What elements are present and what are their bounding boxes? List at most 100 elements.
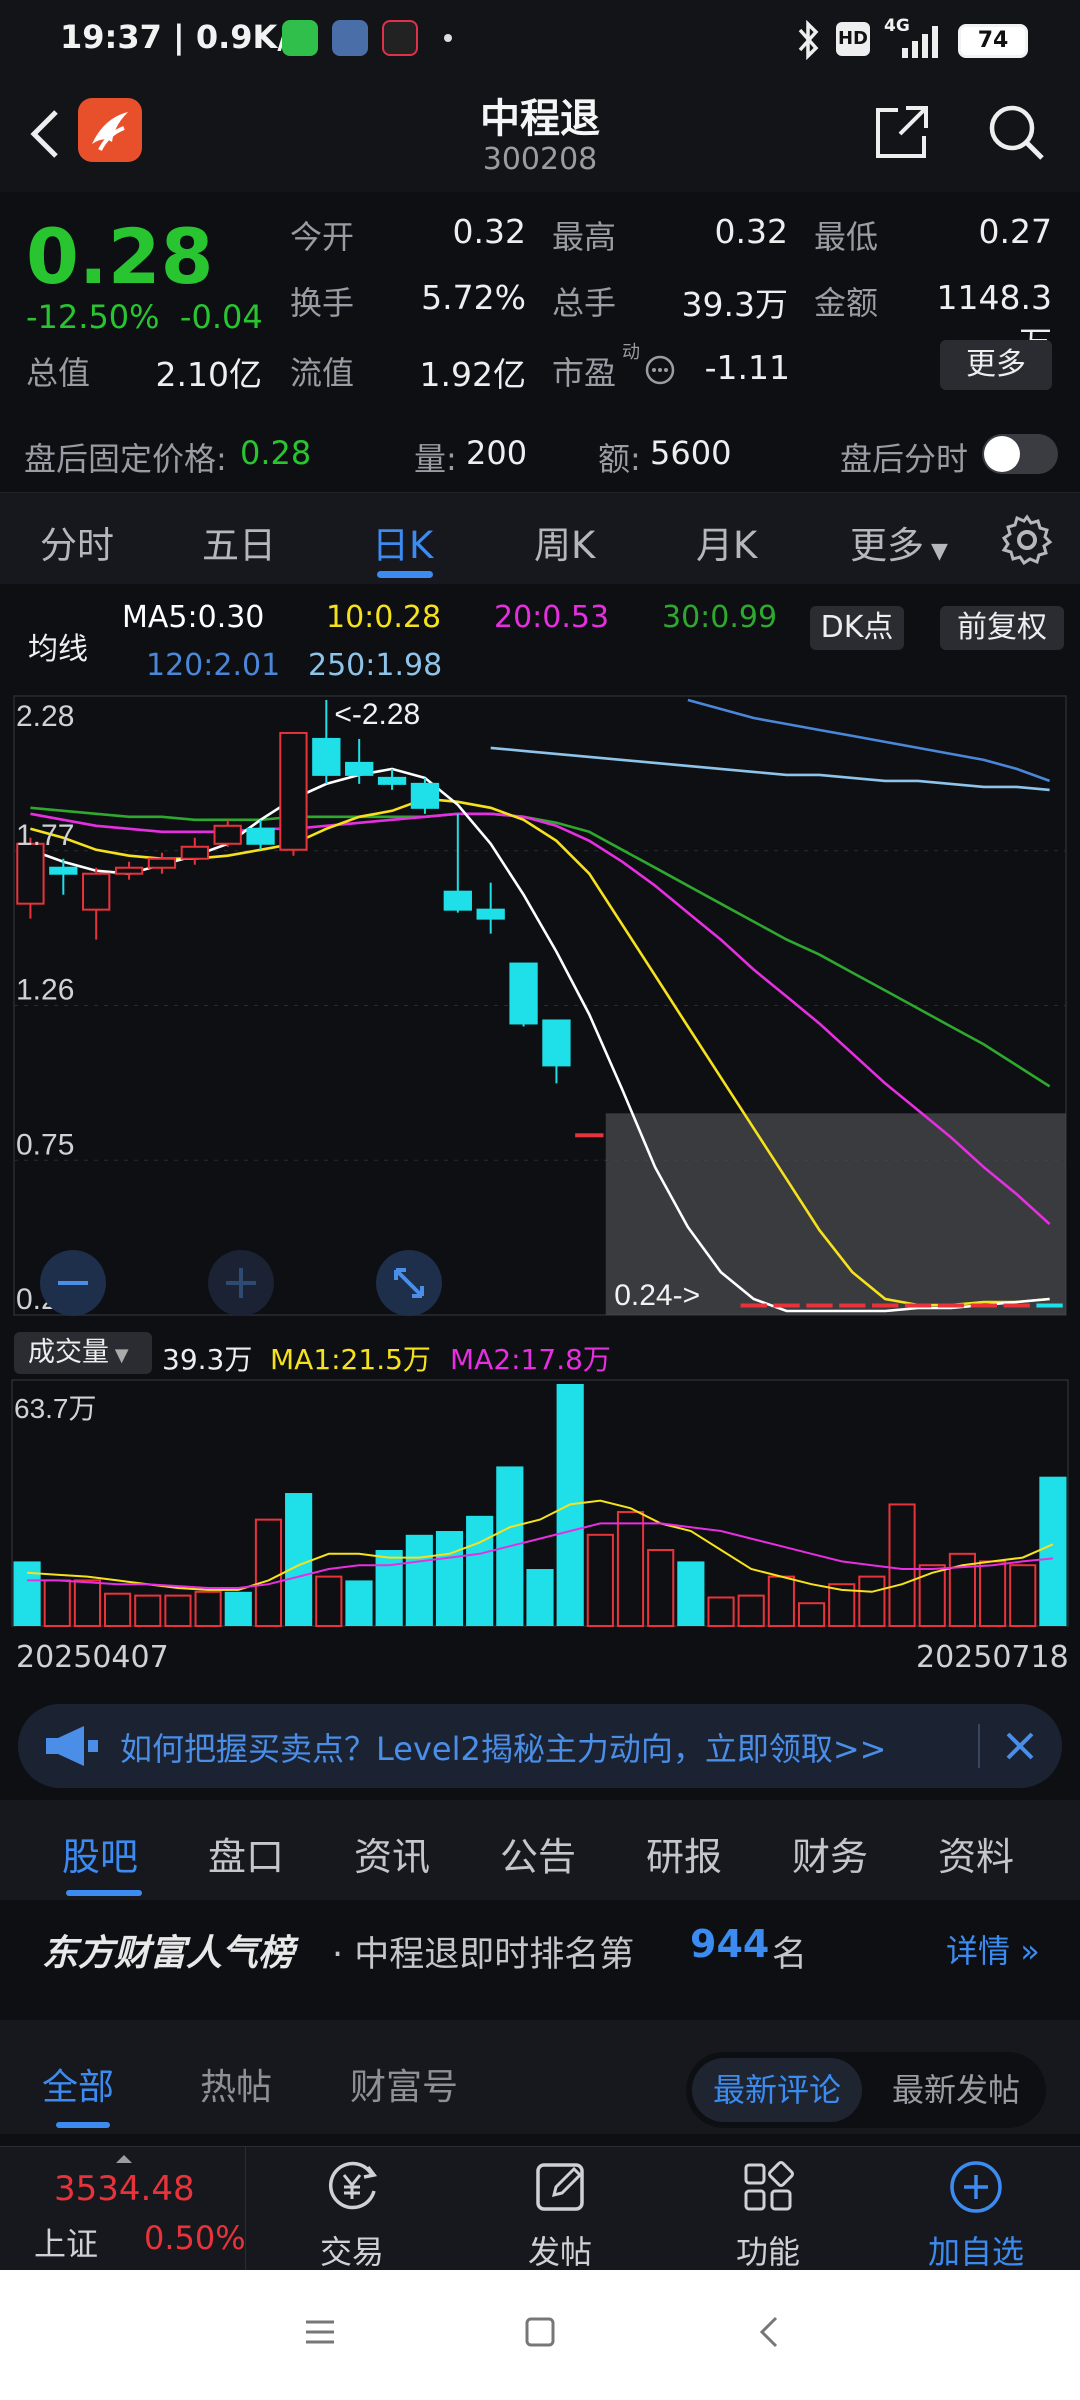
- adjust-price-button[interactable]: 前复权: [940, 606, 1064, 650]
- candle-body: [509, 962, 538, 1025]
- double-chevron-right-icon: »: [1010, 1932, 1040, 1970]
- gear-icon[interactable]: [1000, 513, 1054, 567]
- ma-label[interactable]: 均线: [28, 624, 88, 668]
- tab-research[interactable]: 研报: [646, 1826, 722, 1881]
- tab-weekly-k[interactable]: 周K: [534, 515, 595, 569]
- low-price-label: 0.24->: [614, 1279, 700, 1312]
- volume-bar: [616, 1511, 645, 1627]
- ma-legend: 均线 MA5:0.30 10:0.28 20:0.53 30:0.99 120:…: [0, 584, 1080, 690]
- popularity-rank[interactable]: 东方财富人气榜 · 中程退即时排名第 944 名 详情 »: [0, 1900, 1080, 1992]
- ah-intraday-toggle[interactable]: [982, 434, 1058, 474]
- trade-button[interactable]: 交易: [252, 2147, 452, 2271]
- index-ticker[interactable]: 3534.48 上证 0.50%: [0, 2147, 246, 2271]
- volume-bar: [134, 1594, 162, 1627]
- indicator-dropdown[interactable]: 成交量 ▼: [14, 1332, 152, 1374]
- volume-bar: [1039, 1476, 1067, 1626]
- add-watchlist-button[interactable]: 加自选: [876, 2147, 1076, 2271]
- pe-info-icon[interactable]: [644, 354, 676, 386]
- tab-intraday[interactable]: 分时: [40, 515, 114, 569]
- back-icon[interactable]: [752, 2314, 788, 2350]
- candle-body: [279, 731, 308, 851]
- candle: [213, 819, 242, 847]
- period-tabs: 分时 五日 日K 周K 月K 更多 ▼: [0, 492, 1080, 584]
- promo-banner[interactable]: 如何把握买卖点？Level2揭秘主力动向，立即领取>>: [18, 1704, 1062, 1788]
- candle-body: [740, 1303, 767, 1308]
- candle-body: [345, 761, 374, 776]
- end-date: 20250718: [916, 1640, 1069, 1675]
- candlestick-chart[interactable]: 2.281.771.260.750.24<-2.280.24->: [0, 690, 1080, 1330]
- rank-detail-link[interactable]: 详情 »: [946, 1926, 1040, 1972]
- tab-more[interactable]: 更多 ▼: [850, 515, 948, 569]
- features-button[interactable]: 功能: [668, 2147, 868, 2271]
- candle-body: [1036, 1303, 1063, 1308]
- home-icon[interactable]: [522, 2314, 558, 2350]
- mktcap-value: 2.10亿: [155, 355, 262, 394]
- edit-icon: [536, 2163, 584, 2211]
- candle: [476, 882, 505, 934]
- candle-body: [82, 872, 111, 911]
- candle: [542, 1019, 571, 1084]
- search-icon[interactable]: [984, 100, 1048, 164]
- more-notifications-dot: [444, 34, 452, 42]
- quote-stat-value: 0.32: [714, 212, 788, 251]
- tab-monthly-k[interactable]: 月K: [696, 515, 757, 569]
- ma120-value: 120:2.01: [146, 648, 281, 683]
- volume-ma2: MA2:17.8万: [450, 1343, 611, 1376]
- share-icon[interactable]: [872, 102, 932, 162]
- post-label: 发帖: [527, 2233, 592, 2271]
- candle-body: [1003, 1303, 1030, 1308]
- ah-amount: 5600: [650, 434, 732, 472]
- menu-icon[interactable]: [302, 2314, 338, 2350]
- tab-daily-k[interactable]: 日K: [372, 515, 433, 569]
- feed-tab-caifuhao[interactable]: 财富号: [350, 2058, 458, 2110]
- candle-body: [806, 1303, 833, 1308]
- tab-five-day[interactable]: 五日: [202, 515, 276, 569]
- tab-news[interactable]: 资讯: [354, 1826, 430, 1881]
- zoom-out-button[interactable]: [40, 1250, 106, 1316]
- active-section-indicator: [66, 1890, 142, 1896]
- zoom-in-button[interactable]: [208, 1250, 274, 1316]
- candle: [443, 813, 472, 913]
- tab-finance[interactable]: 财务: [792, 1826, 868, 1881]
- post-button[interactable]: 发帖: [460, 2147, 660, 2271]
- index-value: 3534.48: [54, 2169, 195, 2209]
- signal-icon: [902, 26, 938, 58]
- candle-body: [246, 827, 275, 845]
- add-watchlist-label: 加自选: [927, 2233, 1024, 2271]
- bluetooth-icon: [798, 20, 819, 60]
- ah-amount-label: 额:: [598, 440, 641, 478]
- feed-tab-all[interactable]: 全部: [42, 2058, 114, 2110]
- caret-up-icon: [116, 2155, 132, 2163]
- candle-body: [872, 1303, 899, 1308]
- more-stats-button[interactable]: 更多: [940, 340, 1052, 390]
- tab-announcements[interactable]: 公告: [500, 1826, 576, 1881]
- candle: [82, 867, 111, 940]
- candle-body: [147, 857, 177, 869]
- start-date: 20250407: [16, 1640, 169, 1675]
- ah-price: 0.28: [240, 434, 312, 472]
- bottom-toolbar: 3534.48 上证 0.50% 交易 发帖 功能 加自选: [0, 2146, 1080, 2271]
- chevron-down-icon: ▼: [109, 1345, 129, 1366]
- candle-body: [114, 866, 144, 875]
- active-tab-indicator: [377, 571, 433, 578]
- status-bar: 19:37 | 0.9K/s HD 4G 74: [0, 0, 1080, 80]
- dk-point-button[interactable]: DK点: [810, 606, 904, 650]
- plus-circle-icon: [950, 2161, 1002, 2213]
- volume-bar: [194, 1590, 222, 1627]
- y-tick-label: 1.26: [16, 974, 74, 1007]
- tab-guba[interactable]: 股吧: [62, 1826, 138, 1881]
- tab-profile[interactable]: 资料: [938, 1826, 1014, 1881]
- close-icon[interactable]: [1000, 1726, 1040, 1766]
- volume-bar: [285, 1493, 313, 1626]
- hd-icon: HD: [836, 22, 870, 56]
- sort-latest-post[interactable]: 最新发帖: [876, 2058, 1036, 2122]
- tab-orderbook[interactable]: 盘口: [208, 1826, 284, 1881]
- fullscreen-button[interactable]: [376, 1250, 442, 1316]
- ah-price-label: 盘后固定价格:: [24, 440, 227, 478]
- volume-bar: [1009, 1564, 1037, 1628]
- sort-latest-comment[interactable]: 最新评论: [692, 2058, 862, 2122]
- tab-more-label: 更多: [850, 524, 924, 567]
- quote-stat-label: 换手: [290, 284, 355, 322]
- volume-chart[interactable]: 63.7万: [0, 1378, 1080, 1628]
- feed-tab-hot[interactable]: 热帖: [200, 2058, 272, 2110]
